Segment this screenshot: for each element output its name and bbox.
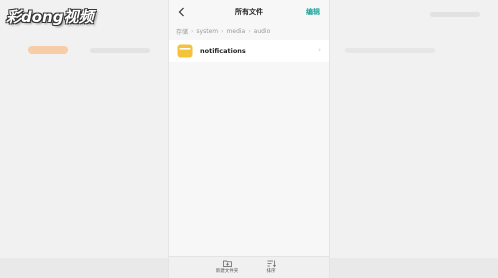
background-blur-line bbox=[430, 12, 480, 17]
background-right-panel bbox=[330, 0, 498, 278]
new-folder-icon bbox=[222, 260, 232, 267]
background-blur-line bbox=[345, 48, 435, 53]
watermark-logo: 彩dong视频 bbox=[6, 8, 94, 26]
breadcrumb-item-audio[interactable]: audio bbox=[254, 28, 271, 35]
background-bottom-left bbox=[0, 258, 168, 278]
breadcrumb: 存储 › system › media › audio bbox=[176, 27, 270, 36]
new-folder-label: 新建文件夹 bbox=[215, 269, 239, 274]
top-bar: 所有文件 编辑 bbox=[169, 0, 329, 24]
page-title: 所有文件 bbox=[235, 8, 263, 16]
breadcrumb-item-media[interactable]: media bbox=[227, 28, 246, 35]
new-folder-button[interactable]: 新建文件夹 bbox=[207, 260, 247, 274]
sort-icon bbox=[267, 260, 276, 267]
breadcrumb-separator: › bbox=[221, 28, 224, 35]
chevron-right-icon: › bbox=[318, 46, 321, 54]
edit-button[interactable]: 编辑 bbox=[306, 7, 320, 17]
background-left-panel bbox=[0, 0, 168, 278]
breadcrumb-separator: › bbox=[248, 28, 251, 35]
breadcrumb-separator: › bbox=[191, 28, 194, 35]
list-item-notifications[interactable]: notifications › bbox=[169, 40, 329, 62]
breadcrumb-item-system[interactable]: system bbox=[196, 28, 218, 35]
background-bottom-right bbox=[330, 258, 498, 278]
sort-button[interactable]: 排序 bbox=[251, 260, 291, 274]
phone-screen: 所有文件 编辑 存储 › system › media › audio noti… bbox=[168, 0, 330, 278]
breadcrumb-item-storage[interactable]: 存储 bbox=[176, 27, 188, 36]
file-name: notifications bbox=[200, 47, 246, 55]
background-blur-line bbox=[90, 48, 150, 53]
background-blur-orange bbox=[28, 46, 68, 54]
sort-label: 排序 bbox=[266, 269, 276, 274]
bottom-toolbar: 新建文件夹 排序 bbox=[169, 256, 329, 278]
folder-icon bbox=[177, 43, 193, 59]
